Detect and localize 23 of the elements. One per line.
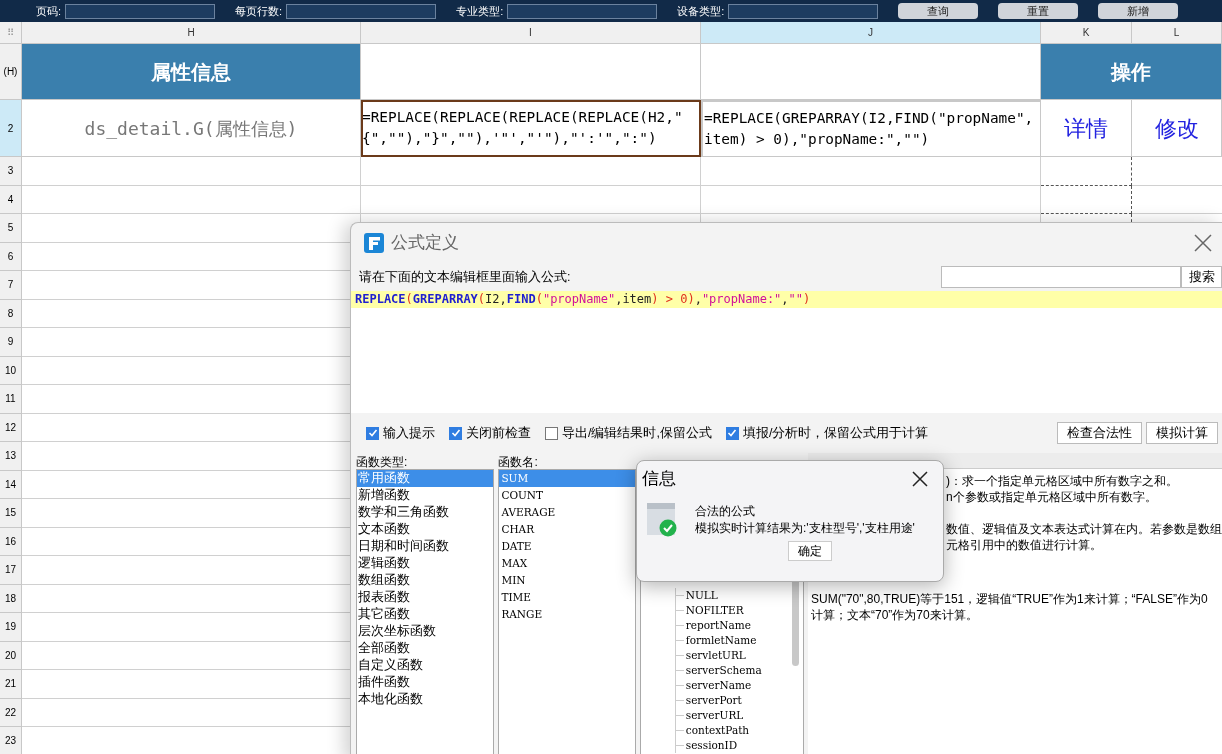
header-cell: 操作 bbox=[1041, 44, 1222, 100]
description-text: 计算；文本“70”作为70来计算。 bbox=[811, 607, 979, 623]
dialog-title: 公式定义 bbox=[391, 232, 459, 255]
option-label: 导出/编辑结果时,保留公式 bbox=[562, 424, 712, 442]
option-label: 输入提示 bbox=[383, 424, 435, 442]
option-label: 填报/分析时，保留公式用于计算 bbox=[742, 424, 929, 442]
list-label: 函数名: bbox=[498, 454, 539, 469]
message-heading: 合法的公式 bbox=[695, 503, 756, 520]
field-label: 设备类型: bbox=[677, 3, 725, 19]
description-text: 数值、逻辑值及文本表达式计算在内。若参数是数组 bbox=[946, 521, 1222, 537]
field-label: 页码: bbox=[36, 3, 62, 19]
description-text: 元格引用中的数值进行计算。 bbox=[946, 537, 1103, 553]
dialog-title: 信息 bbox=[642, 468, 676, 491]
description-text: )：求一个指定单元格区域中所有数字之和。 bbox=[946, 473, 1179, 489]
message-text: 模拟实时计算结果为:'支柱型号','支柱用途' bbox=[695, 520, 915, 537]
option-label: 关闭前检查 bbox=[466, 424, 531, 442]
list-label: 函数类型: bbox=[356, 454, 409, 469]
field-label: 每页行数: bbox=[235, 3, 283, 19]
field-label: 专业类型: bbox=[456, 3, 504, 19]
description-text: n个参数或指定单元格区域中所有数字。 bbox=[946, 489, 1158, 505]
description-text: SUM("70",80,TRUE)等于151，逻辑值“TRUE”作为1来计算；“FALSE”作为0 bbox=[811, 591, 1209, 607]
header-cell: 属性信息 bbox=[22, 44, 361, 100]
prompt-text: 请在下面的文本编辑框里面输入公式: bbox=[359, 268, 571, 286]
